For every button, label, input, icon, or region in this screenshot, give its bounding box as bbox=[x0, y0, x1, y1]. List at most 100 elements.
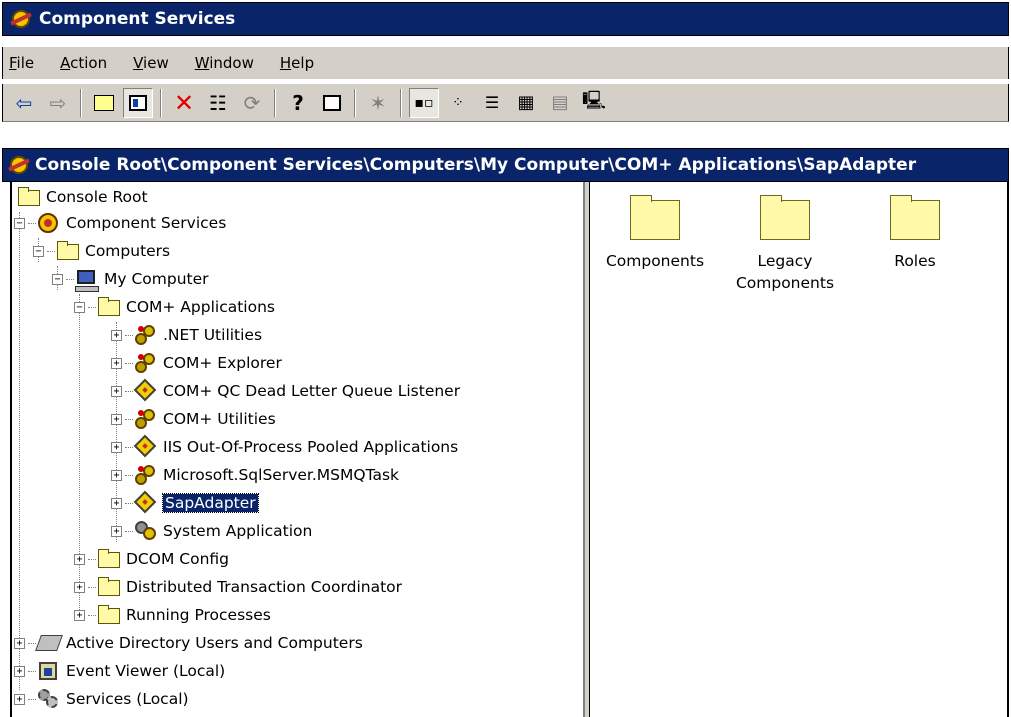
tree-node-component-services[interactable]: − Component Services bbox=[14, 210, 226, 236]
tree-node-com-applications[interactable]: − COM+ Applications bbox=[74, 294, 275, 320]
tree-node-dtc[interactable]: + Distributed Transaction Coordinator bbox=[74, 574, 402, 600]
tree-node-label: COM+ QC Dead Letter Queue Listener bbox=[163, 382, 461, 400]
up-folder-icon[interactable] bbox=[89, 88, 119, 118]
menu-action[interactable]: Action bbox=[60, 54, 107, 72]
computer-icon[interactable]: 🖳 bbox=[579, 88, 609, 118]
tree-node-label: COM+ Explorer bbox=[163, 354, 282, 372]
menu-file[interactable]: File bbox=[9, 54, 34, 72]
forward-icon[interactable]: ⇨ bbox=[43, 88, 73, 118]
expand-icon[interactable]: + bbox=[111, 385, 122, 397]
properties-icon[interactable]: ☷ bbox=[203, 88, 233, 118]
folder-icon bbox=[57, 241, 79, 261]
tree-node-system-application[interactable]: + System Application bbox=[111, 518, 312, 544]
menu-window[interactable]: Window bbox=[195, 54, 254, 72]
tree-node-qc-dead-letter[interactable]: + COM+ QC Dead Letter Queue Listener bbox=[111, 378, 460, 404]
tree-node-active-directory[interactable]: + Active Directory Users and Computers bbox=[14, 630, 363, 656]
tree-pane[interactable]: Console Root − Component Services − Comp… bbox=[10, 182, 585, 717]
window-title: Component Services bbox=[39, 9, 236, 29]
tree-node-sapadapter[interactable]: + SapAdapter bbox=[111, 490, 259, 516]
collapse-icon[interactable]: − bbox=[74, 301, 85, 313]
com-library-app-icon bbox=[135, 409, 157, 429]
expand-icon[interactable]: + bbox=[111, 441, 122, 453]
toolbar-separator bbox=[274, 88, 276, 117]
small-icons-view-icon[interactable]: ⁘ bbox=[443, 88, 473, 118]
menu-bar: File Action View Window Help bbox=[2, 47, 1009, 79]
com-library-app-icon bbox=[135, 325, 157, 345]
tree-node-label: Console Root bbox=[46, 188, 148, 206]
expand-icon[interactable]: + bbox=[111, 357, 122, 369]
folder-icon bbox=[98, 297, 120, 317]
tree-node-console-root[interactable]: Console Root bbox=[18, 184, 148, 210]
toolbar-separator bbox=[354, 88, 356, 117]
folder-icon bbox=[98, 577, 120, 597]
expand-icon[interactable]: + bbox=[111, 413, 122, 425]
tree-node-msmqtask[interactable]: + Microsoft.SqlServer.MSMQTask bbox=[111, 462, 399, 488]
com-library-app-icon bbox=[135, 465, 157, 485]
expand-icon[interactable]: + bbox=[14, 693, 25, 705]
tree-node-com-utilities[interactable]: + COM+ Utilities bbox=[111, 406, 276, 432]
list-view-icon[interactable]: ☰ bbox=[477, 88, 507, 118]
list-item-label: Legacy bbox=[757, 252, 813, 270]
expand-icon[interactable]: + bbox=[111, 525, 122, 537]
tree-node-computers[interactable]: − Computers bbox=[33, 238, 170, 264]
list-item-label: Roles bbox=[894, 252, 936, 270]
collapse-icon[interactable]: − bbox=[52, 273, 63, 285]
expand-icon[interactable]: + bbox=[111, 497, 122, 509]
tree-node-label: My Computer bbox=[104, 270, 209, 288]
tree-node-label: Services (Local) bbox=[66, 690, 189, 708]
title-bar: Component Services bbox=[2, 2, 1009, 36]
component-services-icon bbox=[38, 213, 60, 233]
large-icons-view-icon[interactable]: ▪▫ bbox=[409, 87, 439, 118]
refresh-icon[interactable]: ⟳ bbox=[237, 88, 267, 118]
expand-icon[interactable]: + bbox=[111, 469, 122, 481]
expand-icon[interactable]: + bbox=[14, 665, 25, 677]
tree-node-label: IIS Out-Of-Process Pooled Applications bbox=[163, 438, 459, 456]
com-library-app-icon bbox=[135, 353, 157, 373]
system-app-icon bbox=[135, 521, 157, 541]
menu-view[interactable]: View bbox=[133, 54, 169, 72]
tree-node-label: System Application bbox=[163, 522, 313, 540]
services-gear-icon bbox=[38, 689, 60, 709]
result-pane[interactable]: Components Legacy Components Roles bbox=[590, 182, 1009, 717]
toolbar-separator bbox=[160, 88, 162, 117]
collapse-icon[interactable]: − bbox=[33, 245, 44, 257]
folder-icon bbox=[760, 195, 810, 240]
menu-help[interactable]: Help bbox=[280, 54, 314, 72]
tree-node-com-explorer[interactable]: + COM+ Explorer bbox=[111, 350, 282, 376]
toolbar-separator bbox=[400, 88, 402, 117]
tree-node-event-viewer[interactable]: + Event Viewer (Local) bbox=[14, 658, 225, 684]
collapse-icon[interactable]: − bbox=[14, 217, 25, 229]
active-directory-icon bbox=[35, 633, 63, 653]
list-item-label: Components bbox=[735, 274, 835, 292]
export-icon[interactable] bbox=[317, 88, 347, 118]
computer-icon bbox=[75, 269, 99, 292]
tree-node-label: Component Services bbox=[66, 214, 227, 232]
component-services-icon bbox=[9, 7, 33, 31]
expand-icon[interactable]: + bbox=[74, 553, 85, 565]
tree-node-label: Computers bbox=[85, 242, 171, 260]
tree-node-label: Running Processes bbox=[126, 606, 271, 624]
tree-node-label: Distributed Transaction Coordinator bbox=[126, 578, 403, 596]
detail-view-icon[interactable]: ▦ bbox=[511, 88, 541, 118]
delete-icon[interactable]: ✕ bbox=[169, 88, 199, 118]
folder-icon bbox=[630, 195, 680, 240]
tree-node-my-computer[interactable]: − My Computer bbox=[52, 266, 209, 292]
back-icon[interactable]: ⇦ bbox=[9, 88, 39, 118]
help-icon[interactable]: ? bbox=[283, 88, 313, 118]
show-tree-icon[interactable] bbox=[123, 87, 153, 118]
folder-icon bbox=[98, 605, 120, 625]
expand-icon[interactable]: + bbox=[74, 581, 85, 593]
expand-icon[interactable]: + bbox=[111, 329, 122, 341]
tree-node-running-processes[interactable]: + Running Processes bbox=[74, 602, 271, 628]
tree-node-dcom-config[interactable]: + DCOM Config bbox=[74, 546, 229, 572]
tree-node-net-utilities[interactable]: + .NET Utilities bbox=[111, 322, 262, 348]
status-view-icon[interactable]: ▤ bbox=[545, 88, 575, 118]
expand-icon[interactable]: + bbox=[14, 637, 25, 649]
tree-node-services[interactable]: + Services (Local) bbox=[14, 686, 189, 712]
com-server-app-icon bbox=[133, 434, 157, 458]
expand-icon[interactable]: + bbox=[74, 609, 85, 621]
component-services-icon bbox=[7, 153, 31, 177]
new-window-icon[interactable]: ✶ bbox=[363, 88, 393, 118]
tree-node-iis-pooled[interactable]: + IIS Out-Of-Process Pooled Applications bbox=[111, 434, 458, 460]
console-path-bar: Console Root\Component Services\Computer… bbox=[2, 148, 1009, 182]
